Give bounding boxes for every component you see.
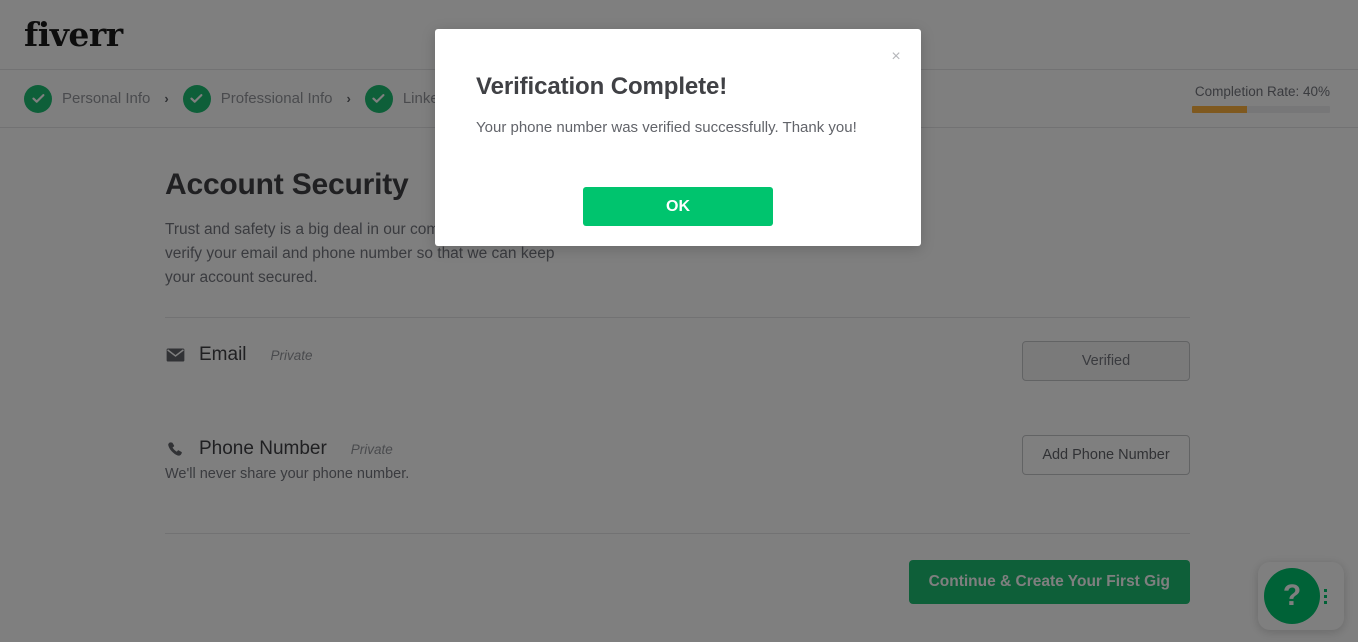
close-icon[interactable]: × [885,46,907,68]
dialog-title: Verification Complete! [476,71,727,103]
verification-complete-dialog: × Verification Complete! Your phone numb… [435,29,921,246]
dialog-body-text: Your phone number was verified successfu… [476,117,857,139]
ok-button[interactable]: OK [583,187,773,226]
